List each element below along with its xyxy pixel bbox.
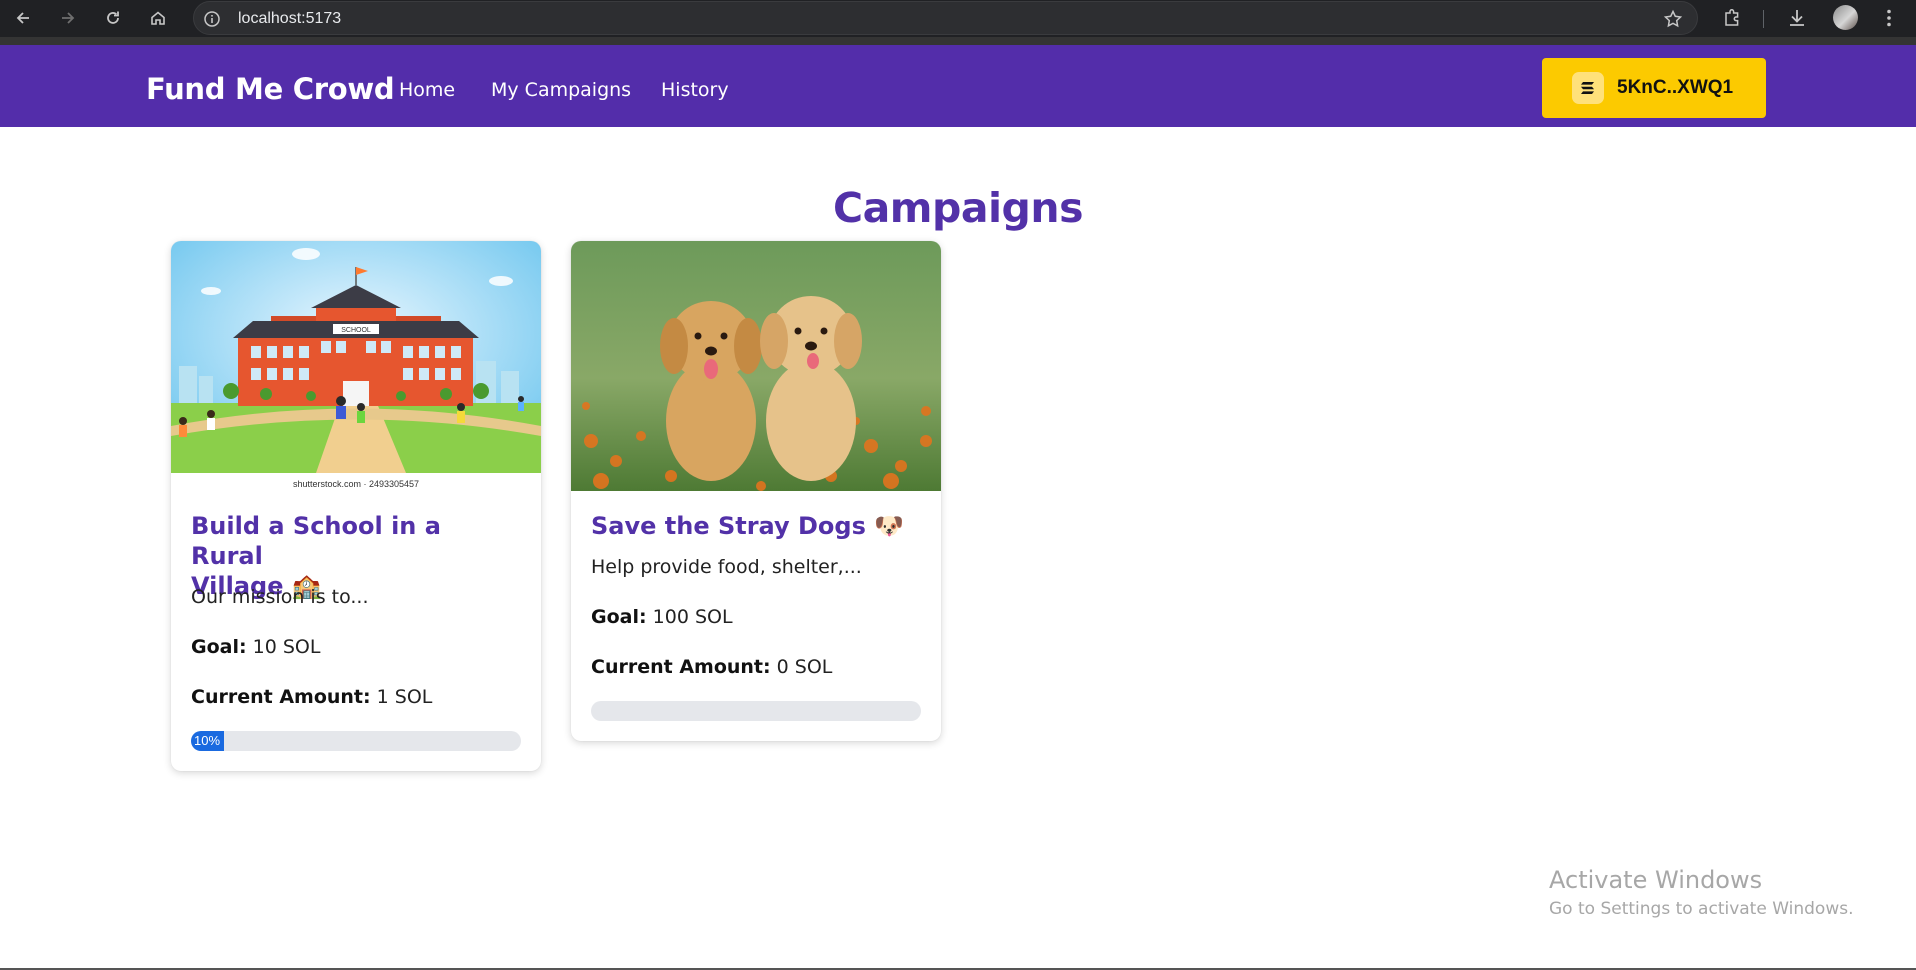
home-icon[interactable] [145,5,171,31]
image-caption: shutterstock.com · 2493305457 [293,479,419,489]
campaign-image-dogs [571,241,941,491]
wallet-button[interactable]: 5KnC..XWQ1 [1542,58,1766,118]
nav-link-home[interactable]: Home [399,79,455,101]
current-amount-label: Current Amount: [591,656,771,678]
goal-label: Goal: [591,606,647,628]
svg-text:SCHOOL: SCHOOL [341,327,371,334]
campaign-title-line: Build a School in a Rural [191,512,441,570]
campaign-current-amount: Current Amount: 1 SOL [191,686,432,708]
campaign-title[interactable]: Save the Stray Dogs 🐶 [591,511,921,541]
goal-value: 10 SOL [252,636,321,658]
campaign-current-amount: Current Amount: 0 SOL [591,656,832,678]
url-text[interactable]: localhost:5173 [238,10,341,28]
brand-logo[interactable]: Fund Me Crowd [146,72,395,106]
extensions-icon[interactable] [1721,7,1743,29]
progress-bar: 10% [191,731,521,751]
current-amount-value: 1 SOL [376,686,433,708]
campaign-description: Help provide food, shelter,... [591,556,862,578]
campaign-goal: Goal: 100 SOL [591,606,733,628]
goal-label: Goal: [191,636,247,658]
solana-wallet-icon [1572,72,1604,104]
progress-bar [591,701,921,721]
browser-toolbar-edge [0,37,1916,45]
current-amount-label: Current Amount: [191,686,371,708]
page-title: Campaigns [833,184,1084,232]
toolbar-divider [1763,10,1764,28]
more-menu-icon[interactable] [1878,7,1900,29]
campaign-description: Our mission is to... [191,586,369,608]
nav-link-history[interactable]: History [661,79,729,101]
address-bar[interactable]: localhost:5173 [193,1,1698,35]
reload-icon[interactable] [100,5,126,31]
back-icon[interactable] [10,5,36,31]
campaign-card[interactable]: SCHOOL shutterstock.com · 2493305457 Bui… [171,241,541,771]
profile-avatar[interactable] [1833,5,1858,30]
current-amount-value: 0 SOL [776,656,833,678]
windows-activation-subtitle: Go to Settings to activate Windows. [1549,899,1854,919]
wallet-address: 5KnC..XWQ1 [1617,77,1734,98]
windows-activation-title: Activate Windows [1549,866,1763,894]
download-icon[interactable] [1786,7,1808,29]
app-navbar: Fund Me Crowd Home My Campaigns History … [0,45,1916,127]
bookmark-star-icon[interactable] [1663,9,1683,29]
campaign-image-school: SCHOOL shutterstock.com · 2493305457 [171,241,541,491]
forward-icon[interactable] [55,5,81,31]
browser-chrome: localhost:5173 [0,0,1916,45]
campaign-goal: Goal: 10 SOL [191,636,320,658]
nav-link-my-campaigns[interactable]: My Campaigns [491,79,631,101]
site-info-icon[interactable] [203,10,221,28]
goal-value: 100 SOL [652,606,733,628]
progress-fill: 10% [191,731,224,751]
campaign-card[interactable]: Save the Stray Dogs 🐶 Help provide food,… [571,241,941,741]
